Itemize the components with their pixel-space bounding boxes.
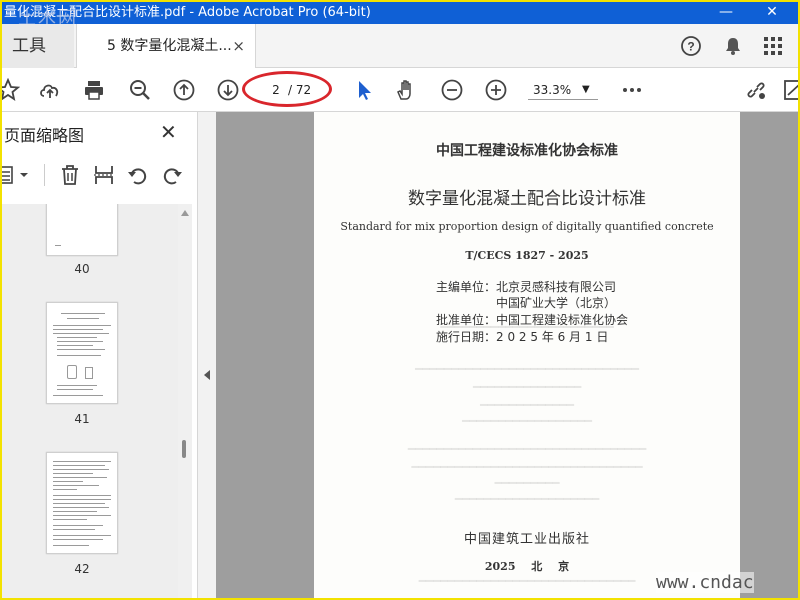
panel-collapse-strip[interactable]	[198, 112, 216, 598]
doc-effective-date: 施行日期：2 0 2 5 年 6 月 1 日	[436, 330, 609, 344]
upload-cloud-icon[interactable]	[38, 78, 62, 102]
tab-close-button[interactable]: ×	[232, 24, 245, 68]
select-cursor-icon[interactable]	[352, 78, 376, 102]
zoom-in-icon[interactable]	[484, 78, 508, 102]
document-viewport[interactable]: ━━━━━━━━━━━━━━━━━━━━━━━━ ━━━━━━━━━━━━━━━…	[216, 112, 798, 598]
doc-title: 数字量化混凝土配合比设计标准	[408, 189, 646, 209]
zoom-dropdown[interactable]: 33.3% ▼	[528, 80, 598, 100]
thumbnail-options-icon[interactable]	[2, 164, 34, 186]
doc-approver: 批准单位：中国工程建设标准化协会	[436, 313, 629, 327]
zoom-search-icon[interactable]	[128, 78, 152, 102]
page-thumbnail-42[interactable]	[46, 452, 118, 554]
doc-publisher: 中国建筑工业出版社	[463, 532, 590, 547]
doc-organization: 中国工程建设标准化协会标准	[436, 143, 618, 159]
title-bar: 量化混凝土配合比设计标准.pdf - Adobe Acrobat Pro (64…	[2, 2, 798, 24]
more-icon[interactable]	[620, 78, 644, 102]
bleed-through-text: ━━━━━━━━━━━━━━━━━━━━━━━━━━━━━━━	[415, 362, 639, 376]
window-title: 量化混凝土配合比设计标准.pdf - Adobe Acrobat Pro (64…	[4, 5, 371, 20]
hand-icon[interactable]	[394, 78, 418, 102]
toolbar: 2 / 72 33.3% ▼	[2, 68, 798, 112]
page-thumbnail-40[interactable]	[46, 204, 118, 256]
star-icon[interactable]	[2, 78, 20, 102]
bleed-through-text: ━━━━━━━━━	[494, 476, 560, 490]
close-window-button[interactable]: ✕	[752, 2, 792, 24]
thumbnails-panel: 页面缩略图 ✕ 40 41 42	[2, 112, 198, 598]
doc-chief-editor: 主编单位：北京灵感科技有限公司	[436, 280, 617, 294]
red-highlight-oval	[242, 71, 332, 107]
trash-icon[interactable]	[58, 163, 82, 187]
bleed-through-text: ━━━━━━━━━━━━━━━━━━	[461, 414, 593, 428]
rotate-right-icon[interactable]	[160, 163, 184, 187]
doc-co-editor: 中国矿业大学（北京）	[496, 296, 617, 310]
page-up-icon[interactable]	[172, 78, 196, 102]
pdf-page: ━━━━━━━━━━━━━━━━━━━━━━━━ ━━━━━━━━━━━━━━━…	[314, 112, 740, 598]
bleed-through-text: ━━━━━━━━━━━━━━━	[472, 380, 582, 394]
comment-icon[interactable]	[782, 78, 798, 102]
bleed-through-text: ━━━━━━━━━━━━━━━━━━━━	[454, 492, 600, 506]
thumbnail-label: 41	[74, 412, 90, 426]
bleed-through-text: ━━━━━━━━━━━━━━━━━━━━━━━━━━━━━━	[418, 574, 636, 588]
zoom-out-icon[interactable]	[440, 78, 464, 102]
apps-grid-icon[interactable]	[762, 35, 784, 57]
panel-title: 页面缩略图	[4, 126, 85, 145]
collapse-arrow-icon[interactable]	[204, 370, 210, 380]
thumbnail-scrollbar[interactable]	[178, 204, 192, 598]
thumbnail-label: 40	[74, 262, 90, 276]
bell-icon[interactable]	[722, 35, 744, 57]
chevron-down-icon: ▼	[582, 84, 590, 95]
help-icon[interactable]: ?	[680, 35, 702, 57]
tab-document[interactable]: 5 数字量化混凝土... ×	[76, 24, 256, 68]
divider	[44, 164, 45, 186]
tab-tools-label: 工具	[12, 36, 46, 56]
rotate-left-icon[interactable]	[126, 163, 150, 187]
panel-toolbar	[2, 156, 198, 196]
share-link-icon[interactable]	[744, 78, 768, 102]
thumbnail-list: 40 41 42	[2, 204, 178, 598]
thumbnail-label: 42	[74, 562, 90, 576]
minimize-button[interactable]: —	[706, 2, 746, 24]
bleed-through-text: ━━━━━━━━━━━━━━━━━━━━━━━━━━━━━━━━━	[407, 442, 647, 456]
bleed-through-text: ━━━━━━━━━━━━━━━━━━━━━━━━━━━━━━━━	[411, 460, 643, 474]
close-panel-button[interactable]: ✕	[160, 120, 177, 144]
doc-standard-code: T/CECS 1827 - 2025	[465, 249, 589, 262]
extract-pages-icon[interactable]	[92, 163, 116, 187]
doc-title-english: Standard for mix proportion design of di…	[340, 220, 714, 233]
watermark-bottom: www.cndac	[656, 572, 754, 593]
page-down-icon[interactable]	[216, 78, 240, 102]
tab-tools[interactable]: 工具	[2, 24, 74, 68]
scrollbar-thumb[interactable]	[182, 440, 186, 458]
app-window: 量化混凝土配合比设计标准.pdf - Adobe Acrobat Pro (64…	[2, 2, 798, 598]
zoom-value: 33.3%	[533, 83, 572, 97]
scroll-up-arrow-icon[interactable]	[181, 210, 189, 216]
tab-bar: 工具 5 数字量化混凝土... × ?	[2, 24, 798, 68]
svg-text:?: ?	[687, 40, 694, 54]
tab-document-label: 5 数字量化混凝土...	[107, 38, 232, 54]
bleed-through-text: ━━━━━━━━━━━━━	[480, 398, 574, 412]
page-thumbnail-41[interactable]	[46, 302, 118, 404]
print-icon[interactable]	[82, 78, 106, 102]
